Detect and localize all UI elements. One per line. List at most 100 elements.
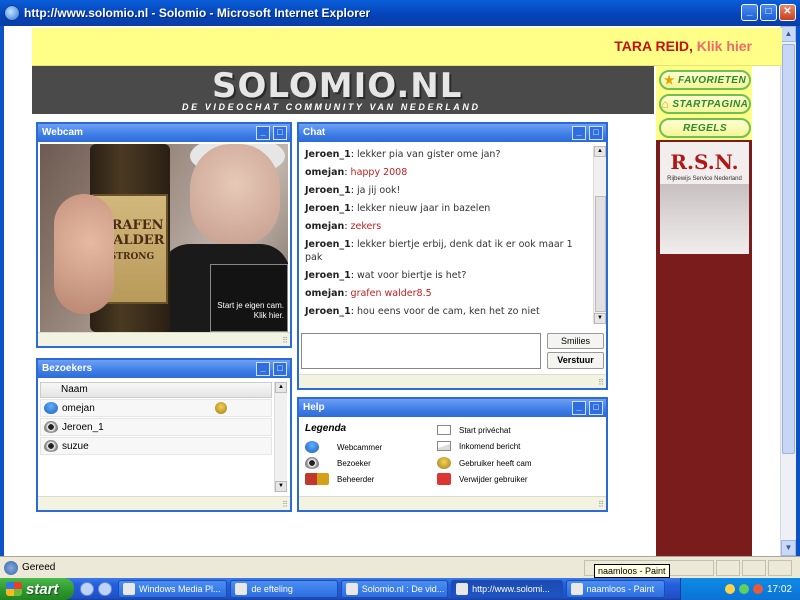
chat-message: Jeroen_1: ja jij ook! <box>305 185 401 196</box>
resize-grip-icon[interactable]: ⠿ <box>598 500 604 509</box>
visitors-panel-header[interactable]: Bezoekers _ □ <box>38 360 290 378</box>
minimize-panel-button[interactable]: _ <box>572 126 586 140</box>
ad-link[interactable]: TARA REID, Klik hier <box>614 38 752 54</box>
internet-explorer-icon <box>4 5 20 21</box>
window-title-bar[interactable]: http://www.solomio.nl - Solomio - Micros… <box>0 0 800 26</box>
homepage-button[interactable]: ⌂ STARTPAGINA <box>659 94 751 114</box>
legend-label: Gebruiker heeft cam <box>459 458 532 468</box>
taskbar-button[interactable]: http://www.solomi... <box>451 580 563 598</box>
chat-username[interactable]: omejan <box>305 288 344 299</box>
chat-username[interactable]: Jeroen_1 <box>305 149 351 160</box>
chat-message-input[interactable] <box>301 333 541 369</box>
window-controls: _ □ ✕ <box>741 4 796 21</box>
chat-username[interactable]: Jeroen_1 <box>305 185 351 196</box>
ad-banner[interactable]: TARA REID, Klik hier <box>32 28 782 66</box>
close-button[interactable]: ✕ <box>779 4 796 21</box>
taskbar-button[interactable]: naamloos - Paint <box>565 580 665 598</box>
task-buttons: Windows Media Pl... de efteling Solomio.nl… <box>118 580 668 598</box>
visitors-panel-title: Bezoekers <box>42 363 93 374</box>
resize-grip-icon[interactable]: ⠿ <box>282 336 288 345</box>
status-cell <box>742 560 766 576</box>
taskbar-button[interactable]: de efteling <box>230 580 338 598</box>
visitor-row[interactable]: suzue <box>40 437 272 455</box>
maximize-panel-button[interactable]: □ <box>589 126 603 140</box>
scroll-down-arrow-icon[interactable]: ▼ <box>275 481 287 492</box>
webcam-panel: Webcam _ □ GRAFEN WALDER STRONG Start je e… <box>36 122 292 348</box>
start-own-cam-link[interactable]: Start je eigen cam. Klik hier. <box>210 264 288 332</box>
visitor-icon <box>44 421 58 433</box>
scroll-up-arrow-icon[interactable]: ▲ <box>594 146 606 157</box>
start-button[interactable]: start <box>0 578 74 600</box>
media-player-icon[interactable] <box>80 582 94 596</box>
visitor-row[interactable]: omejan <box>40 399 272 417</box>
chat-panel-header[interactable]: Chat _ □ <box>299 124 606 142</box>
app-icon <box>456 583 469 595</box>
panel-footer: ⠿ <box>299 374 606 388</box>
maximize-panel-button[interactable]: □ <box>589 401 603 415</box>
minimize-panel-button[interactable]: _ <box>572 401 586 415</box>
chat-username[interactable]: Jeroen_1 <box>305 239 351 250</box>
visitors-panel: Bezoekers _ □ Naam omejan Jeroen_1 suzue ▲ … <box>36 358 292 512</box>
taskbar-button[interactable]: Windows Media Pl... <box>118 580 228 598</box>
minimize-panel-button[interactable]: _ <box>256 362 270 376</box>
scroll-down-arrow-icon[interactable]: ▼ <box>781 540 796 556</box>
resize-grip-icon[interactable]: ⠿ <box>598 378 604 387</box>
send-button[interactable]: Verstuur <box>547 352 604 369</box>
chat-username[interactable]: Jeroen_1 <box>305 306 351 317</box>
scroll-down-arrow-icon[interactable]: ▼ <box>594 313 606 324</box>
visitor-icon <box>305 457 319 469</box>
rules-label: REGELS <box>682 122 728 134</box>
chat-message: omejan: zekers <box>305 221 382 232</box>
resize-grip-icon[interactable]: ⠿ <box>282 500 288 509</box>
legend-item: Verwijder gebruiker <box>437 473 527 485</box>
minimize-panel-button[interactable]: _ <box>256 126 270 140</box>
panel-footer: ⠿ <box>38 496 290 510</box>
smilies-button[interactable]: Smilies <box>547 333 604 349</box>
scroll-up-arrow-icon[interactable]: ▲ <box>781 26 796 42</box>
page-scrollbar[interactable]: ▲ ▼ <box>780 26 796 556</box>
maximize-button[interactable]: □ <box>760 4 777 21</box>
chat-username[interactable]: Jeroen_1 <box>305 203 351 214</box>
rsn-ad[interactable]: R.S.N. Rijbewijs Service Nederland <box>660 142 749 254</box>
site-logo[interactable]: SOLOMIO.NL <box>212 66 462 106</box>
visitor-list-scrollbar[interactable]: ▲ ▼ <box>274 382 287 492</box>
legend-item: Start privéchat <box>437 425 511 435</box>
clock[interactable]: 17:02 <box>767 584 792 595</box>
chat-message: omejan: grafen walder8.5 <box>305 288 432 299</box>
maximize-panel-button[interactable]: □ <box>273 362 287 376</box>
chat-username[interactable]: omejan <box>305 221 344 232</box>
ad-name: TARA REID, <box>614 38 693 54</box>
help-panel-header[interactable]: Help _ □ <box>299 399 606 417</box>
help-panel: Help _ □ Legenda Webcammer Bezoeker Behee… <box>297 397 608 512</box>
chat-messages[interactable]: Jeroen_1: lekker pia van gister ome jan?… <box>301 146 593 324</box>
scroll-thumb[interactable] <box>595 196 606 312</box>
scroll-up-arrow-icon[interactable]: ▲ <box>275 382 287 393</box>
visitor-row[interactable]: Jeroen_1 <box>40 418 272 436</box>
chat-username[interactable]: Jeroen_1 <box>305 270 351 281</box>
cam-icon[interactable] <box>215 402 227 414</box>
internet-explorer-icon[interactable] <box>98 582 112 596</box>
rules-button[interactable]: REGELS <box>659 118 751 138</box>
legend-item: Bezoeker <box>305 457 371 469</box>
chat-message: omejan: happy 2008 <box>305 167 408 178</box>
chat-username[interactable]: omejan <box>305 167 344 178</box>
taskbar-button-label: Windows Media Pl... <box>139 584 221 594</box>
webcam-panel-header[interactable]: Webcam _ □ <box>38 124 290 142</box>
taskbar-button[interactable]: Solomio.nl : De vid... <box>340 580 449 598</box>
tray-icon[interactable] <box>752 584 763 594</box>
chat-message-text: lekker nieuw jaar in bazelen <box>357 203 491 214</box>
name-column-header[interactable]: Naam <box>40 382 272 398</box>
tray-icon[interactable] <box>738 584 749 594</box>
tray-icon[interactable] <box>724 584 735 594</box>
chat-scrollbar[interactable]: ▲ ▼ <box>593 146 606 324</box>
minimize-button[interactable]: _ <box>741 4 758 21</box>
legend-item: Webcammer <box>305 441 382 453</box>
hand <box>54 194 114 314</box>
home-icon: ⌂ <box>661 97 670 111</box>
right-sidebar: ★ FAVORIETEN ⌂ STARTPAGINA REGELS R.S.N.… <box>656 66 752 556</box>
favorites-button[interactable]: ★ FAVORIETEN <box>659 70 751 90</box>
page-icon <box>4 560 18 575</box>
visitor-icon <box>44 440 58 452</box>
scroll-thumb[interactable] <box>782 44 795 454</box>
maximize-panel-button[interactable]: □ <box>273 126 287 140</box>
